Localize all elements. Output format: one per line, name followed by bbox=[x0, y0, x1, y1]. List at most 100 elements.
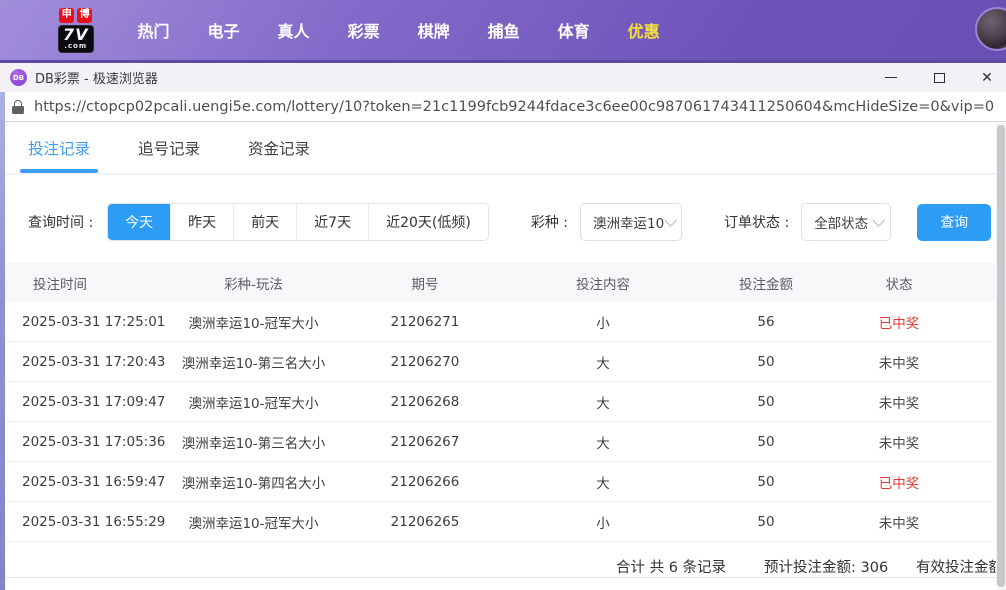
scrollbar-thumb[interactable] bbox=[997, 125, 1005, 587]
query-button[interactable]: 查询 bbox=[917, 203, 992, 241]
site-logo[interactable]: 申 博 7V .com bbox=[58, 7, 94, 53]
table-row: 2025-03-31 16:59:47 澳洲幸运10-第四名大小 2120626… bbox=[0, 462, 1006, 502]
table-row: 2025-03-31 17:05:36 澳洲幸运10-第三名大小 2120626… bbox=[0, 422, 1006, 462]
cell-play: 澳洲幸运10-冠军大小 bbox=[188, 315, 319, 332]
site-header: 申 博 7V .com 热门 电子 真人 彩票 棋牌 捕鱼 体育 优惠 bbox=[0, 0, 1006, 60]
chevron-down-icon bbox=[664, 213, 678, 227]
minimize-button[interactable] bbox=[880, 67, 902, 89]
logo-suffix: .com bbox=[64, 41, 88, 50]
cell-amount: 50 bbox=[757, 433, 775, 450]
nav-item-cards[interactable]: 棋牌 bbox=[418, 18, 450, 42]
cell-play: 澳洲幸运10-第三名大小 bbox=[181, 435, 326, 452]
chevron-down-icon bbox=[872, 213, 886, 227]
cell-amount: 50 bbox=[757, 393, 775, 410]
cell-content: 大 bbox=[596, 395, 610, 412]
logo-badge-2: 博 bbox=[77, 7, 93, 23]
bet-records-table: 投注时间 彩种-玩法 期号 投注内容 投注金额 状态 2025-03-31 17… bbox=[0, 263, 1006, 542]
nav-item-hot[interactable]: 热门 bbox=[138, 18, 170, 42]
site-nav: 热门 电子 真人 彩票 棋牌 捕鱼 体育 优惠 bbox=[138, 18, 660, 42]
cell-amount: 56 bbox=[757, 313, 775, 330]
cell-issue: 21206267 bbox=[390, 433, 460, 450]
cell-content: 小 bbox=[596, 515, 610, 532]
cell-content: 小 bbox=[596, 315, 610, 332]
nav-item-lottery[interactable]: 彩票 bbox=[348, 18, 380, 42]
nav-item-live[interactable]: 真人 bbox=[278, 18, 310, 42]
time-option-7days[interactable]: 近7天 bbox=[296, 204, 369, 240]
col-lottery-play: 彩种-玩法 bbox=[224, 276, 283, 293]
cell-bet-time: 2025-03-31 17:05:36 bbox=[22, 433, 166, 450]
status-badge: 已中奖 bbox=[878, 315, 920, 332]
cell-amount: 50 bbox=[757, 353, 775, 370]
time-filter-label: 查询时间 : bbox=[28, 215, 94, 231]
time-option-yesterday[interactable]: 昨天 bbox=[170, 204, 234, 240]
status-badge: 未中奖 bbox=[878, 515, 920, 532]
cell-content: 大 bbox=[596, 355, 610, 372]
window-left-edge bbox=[0, 92, 5, 590]
table-row: 2025-03-31 17:25:01 澳洲幸运10-冠军大小 21206271… bbox=[0, 302, 1006, 342]
cell-issue: 21206268 bbox=[390, 393, 460, 410]
table-row: 2025-03-31 17:20:43 澳洲幸运10-第三名大小 2120627… bbox=[0, 342, 1006, 382]
logo-box: 7V .com bbox=[58, 24, 94, 53]
cell-bet-time: 2025-03-31 16:55:29 bbox=[22, 513, 166, 530]
time-option-daybefore[interactable]: 前天 bbox=[233, 204, 297, 240]
time-option-20days[interactable]: 近20天(低频) bbox=[368, 204, 488, 240]
cell-issue: 21206270 bbox=[390, 353, 460, 370]
status-badge: 未中奖 bbox=[878, 435, 920, 452]
page-content: 投注记录 追号记录 资金记录 查询时间 : 今天 昨天 前天 近7天 近20天(… bbox=[0, 123, 1006, 590]
table-row: 2025-03-31 16:55:29 澳洲幸运10-冠军大小 21206265… bbox=[0, 502, 1006, 542]
nav-item-promo[interactable]: 优惠 bbox=[628, 18, 660, 42]
record-tabs: 投注记录 追号记录 资金记录 bbox=[0, 123, 1006, 173]
cell-play: 澳洲幸运10-冠军大小 bbox=[188, 395, 319, 412]
lottery-filter-label: 彩种 : bbox=[530, 215, 569, 231]
close-button[interactable]: ✕ bbox=[976, 67, 998, 89]
order-status-label: 订单状态 : bbox=[724, 215, 790, 231]
cell-play: 澳洲幸运10-冠军大小 bbox=[188, 515, 319, 532]
cell-play: 澳洲幸运10-第三名大小 bbox=[181, 355, 326, 372]
filter-row: 查询时间 : 今天 昨天 前天 近7天 近20天(低频) 彩种 : 澳洲幸运10… bbox=[28, 203, 1006, 241]
cell-issue: 21206271 bbox=[390, 313, 460, 330]
window-title: DB彩票 - 极速浏览器 bbox=[35, 72, 158, 87]
user-avatar[interactable] bbox=[975, 7, 1006, 51]
summary-row: 合计 共 6 条记录 预计投注金额: 306 有效投注金额 bbox=[0, 542, 1006, 582]
logo-badge-1: 申 bbox=[59, 7, 75, 23]
col-bet-content: 投注内容 bbox=[576, 276, 630, 293]
order-status-select[interactable]: 全部状态 bbox=[801, 203, 892, 241]
col-bet-time: 投注时间 bbox=[33, 276, 87, 293]
maximize-icon bbox=[933, 72, 945, 83]
nav-item-slots[interactable]: 电子 bbox=[208, 18, 240, 42]
tab-fund-records[interactable]: 资金记录 bbox=[248, 137, 310, 173]
table-row: 2025-03-31 17:09:47 澳洲幸运10-冠军大小 21206268… bbox=[0, 382, 1006, 422]
time-option-today[interactable]: 今天 bbox=[108, 204, 171, 240]
cell-bet-time: 2025-03-31 16:59:47 bbox=[22, 473, 166, 490]
cell-bet-time: 2025-03-31 17:20:43 bbox=[22, 353, 166, 370]
col-issue: 期号 bbox=[411, 276, 439, 293]
tab-bet-records[interactable]: 投注记录 bbox=[19, 137, 99, 173]
nav-item-sports[interactable]: 体育 bbox=[558, 18, 590, 42]
maximize-button[interactable] bbox=[928, 67, 950, 89]
cell-issue: 21206266 bbox=[390, 473, 460, 490]
page-scrollbar[interactable] bbox=[996, 123, 1006, 590]
close-icon: ✕ bbox=[981, 69, 993, 86]
cell-amount: 50 bbox=[757, 513, 775, 530]
time-filter-group: 今天 昨天 前天 近7天 近20天(低频) bbox=[107, 203, 489, 241]
tab-chase-records[interactable]: 追号记录 bbox=[138, 137, 200, 173]
order-status-filter: 订单状态 : 全部状态 bbox=[724, 203, 892, 241]
url-text[interactable]: https://ctopcp02pcali.uengi5e.com/lotter… bbox=[34, 99, 994, 115]
cell-bet-time: 2025-03-31 17:25:01 bbox=[22, 313, 166, 330]
bottom-divider bbox=[0, 577, 1006, 578]
col-bet-amount: 投注金额 bbox=[739, 276, 793, 293]
summary-expected-amount: 预计投注金额: 306 bbox=[764, 560, 889, 576]
logo-brand: 7V bbox=[63, 24, 89, 44]
cell-issue: 21206265 bbox=[390, 513, 460, 530]
nav-item-fishing[interactable]: 捕鱼 bbox=[488, 18, 520, 42]
browser-titlebar: DB DB彩票 - 极速浏览器 ✕ bbox=[0, 60, 1006, 92]
summary-total: 合计 共 6 条记录 bbox=[616, 560, 727, 576]
cell-content: 大 bbox=[596, 475, 610, 492]
status-badge: 已中奖 bbox=[878, 475, 920, 492]
table-header: 投注时间 彩种-玩法 期号 投注内容 投注金额 状态 bbox=[0, 263, 1006, 302]
col-status: 状态 bbox=[885, 276, 913, 293]
window-controls: ✕ bbox=[880, 63, 998, 92]
url-bar[interactable]: https://ctopcp02pcali.uengi5e.com/lotter… bbox=[0, 92, 1006, 122]
screen: 申 博 7V .com 热门 电子 真人 彩票 棋牌 捕鱼 体育 优惠 DB D… bbox=[0, 0, 1006, 590]
lottery-select[interactable]: 澳洲幸运10 bbox=[580, 203, 683, 241]
